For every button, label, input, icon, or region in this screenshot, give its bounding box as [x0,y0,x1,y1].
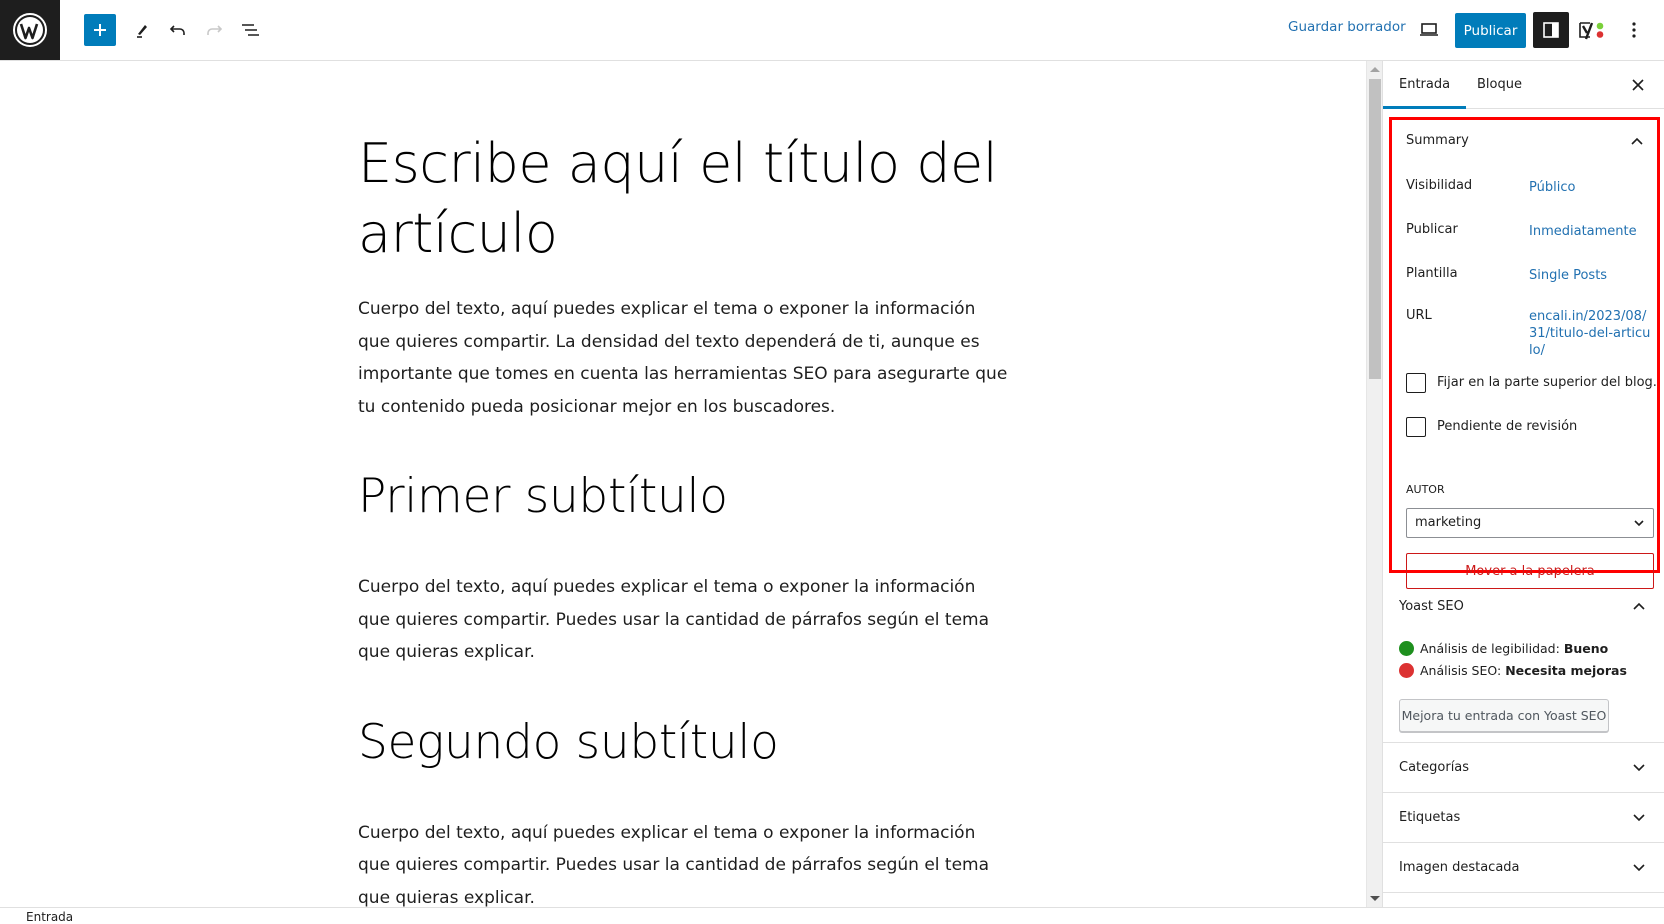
undo-button[interactable] [160,12,196,48]
settings-sidebar: Entrada Bloque Summary Visibilidad Públi… [1382,61,1664,907]
sidebar-tabs: Entrada Bloque [1383,61,1664,109]
laptop-icon [1420,23,1438,36]
yoast-title[interactable]: Yoast SEO [1399,599,1464,614]
settings-toggle-button[interactable] [1533,12,1569,48]
publish-date-value[interactable]: Inmediatamente [1529,223,1654,240]
collapse-yoast-button[interactable] [1629,596,1649,616]
yoast-seo-panel: Yoast SEO Análisis de legibilidad: Bueno… [1383,575,1664,743]
kebab-icon [1632,22,1636,38]
post-content: Escribe aquí el título del artículo Cuer… [358,129,1008,907]
sticky-checkbox[interactable] [1406,373,1426,393]
featured-image-panel[interactable]: Imagen destacada [1383,843,1664,893]
seo-value: Necesita mejoras [1505,663,1627,678]
editor-header: Guardar borrador Publicar [0,0,1664,61]
categories-title: Categorías [1399,760,1470,775]
plus-icon [94,24,106,36]
collapse-summary-button[interactable] [1627,131,1647,151]
categories-panel[interactable]: Categorías [1383,743,1664,793]
preview-button[interactable] [1411,12,1447,48]
template-label: Plantilla [1406,266,1458,281]
chevron-down-icon [1634,520,1644,527]
redo-icon [207,25,223,35]
tools-button[interactable] [124,12,160,48]
visibility-label: Visibilidad [1406,178,1473,193]
chevron-up-icon [1631,137,1643,145]
pencil-icon [137,25,147,38]
wordpress-logo[interactable] [0,0,60,60]
scroll-up-arrow-icon[interactable] [1370,67,1380,72]
chevron-up-icon [1633,602,1645,610]
undo-icon [169,25,185,35]
expand-featured-image-button[interactable] [1629,858,1649,878]
readability-label: Análisis de legibilidad: [1420,641,1560,656]
close-icon [1632,79,1644,91]
tab-bloque[interactable]: Bloque [1461,61,1538,109]
url-label: URL [1406,308,1432,323]
url-value[interactable]: encali.in/2023/08/31/titulo-del-articulo… [1529,308,1654,359]
seo-status: Análisis SEO: Necesita mejoras [1399,663,1627,678]
author-select[interactable]: marketing [1406,508,1654,538]
block-breadcrumb-bar: Entrada [0,907,1664,924]
sad-face-icon [1399,663,1414,678]
scroll-thumb[interactable] [1369,79,1381,379]
yoast-icon [1579,22,1604,40]
summary-title[interactable]: Summary [1406,133,1469,148]
tags-title: Etiquetas [1399,810,1461,825]
expand-categories-button[interactable] [1629,758,1649,778]
chevron-down-icon [1633,764,1645,772]
wordpress-logo-icon [13,13,47,47]
post-title[interactable]: Escribe aquí el título del artículo [358,129,1008,269]
sticky-label[interactable]: Fijar en la parte superior del blog. [1437,375,1657,390]
close-sidebar-button[interactable] [1626,73,1650,97]
breadcrumb-entrada[interactable]: Entrada [26,910,73,924]
author-value: marketing [1415,515,1482,530]
tags-panel[interactable]: Etiquetas [1383,793,1664,843]
save-draft-button[interactable]: Guardar borrador [1288,19,1406,35]
heading-block[interactable]: Segundo subtítulo [358,713,1008,773]
expand-tags-button[interactable] [1629,808,1649,828]
readability-value: Bueno [1563,641,1609,656]
readability-status: Análisis de legibilidad: Bueno [1399,641,1608,656]
template-value[interactable]: Single Posts [1529,267,1654,284]
pending-review-checkbox[interactable] [1406,417,1426,437]
publish-button[interactable]: Publicar [1455,13,1526,48]
smiley-face-icon [1399,641,1414,656]
pending-review-label[interactable]: Pendiente de revisión [1437,419,1577,434]
sidebar-toggle-icon [1543,22,1559,38]
tab-entrada[interactable]: Entrada [1383,61,1466,109]
visibility-value[interactable]: Público [1529,179,1654,196]
add-block-button[interactable] [84,14,116,46]
publish-label: Publicar [1406,222,1458,237]
seo-label: Análisis SEO: [1420,663,1502,678]
heading-block[interactable]: Primer subtítulo [358,467,1008,527]
scroll-down-arrow-icon[interactable] [1370,896,1380,901]
chevron-down-icon [1633,864,1645,872]
redo-button[interactable] [196,12,232,48]
featured-image-title: Imagen destacada [1399,860,1520,875]
canvas-scrollbar[interactable] [1366,61,1382,907]
author-label: Autor [1406,483,1445,496]
summary-panel: Summary Visibilidad Público Publicar Inm… [1389,117,1660,589]
chevron-down-icon [1633,814,1645,822]
paragraph-block[interactable]: Cuerpo del texto, aquí puedes explicar e… [358,293,1008,423]
options-button[interactable] [1616,12,1652,48]
document-overview-button[interactable] [232,12,268,48]
yoast-button[interactable] [1575,12,1611,48]
paragraph-block[interactable]: Cuerpo del texto, aquí puedes explicar e… [358,571,1008,669]
list-view-icon [242,24,259,36]
editor-canvas: Escribe aquí el título del artículo Cuer… [0,61,1366,907]
improve-with-yoast-button[interactable]: Mejora tu entrada con Yoast SEO [1399,699,1609,732]
paragraph-block[interactable]: Cuerpo del texto, aquí puedes explicar e… [358,817,1008,908]
